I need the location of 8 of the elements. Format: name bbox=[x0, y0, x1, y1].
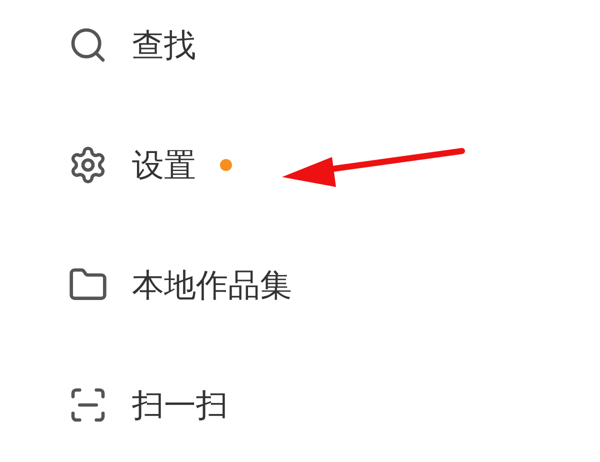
menu-label: 扫一扫 bbox=[132, 389, 228, 421]
menu-label: 设置 bbox=[132, 149, 196, 181]
menu-item[interactable]: 扫一扫 bbox=[68, 360, 368, 450]
menu-label: 查找 bbox=[132, 29, 196, 61]
menu-item[interactable]: 设置 bbox=[68, 120, 368, 210]
menu-label: 本地作品集 bbox=[132, 269, 292, 301]
menu-item[interactable]: 查找 bbox=[68, 0, 368, 90]
menu-item[interactable]: 本地作品集 bbox=[68, 240, 368, 330]
